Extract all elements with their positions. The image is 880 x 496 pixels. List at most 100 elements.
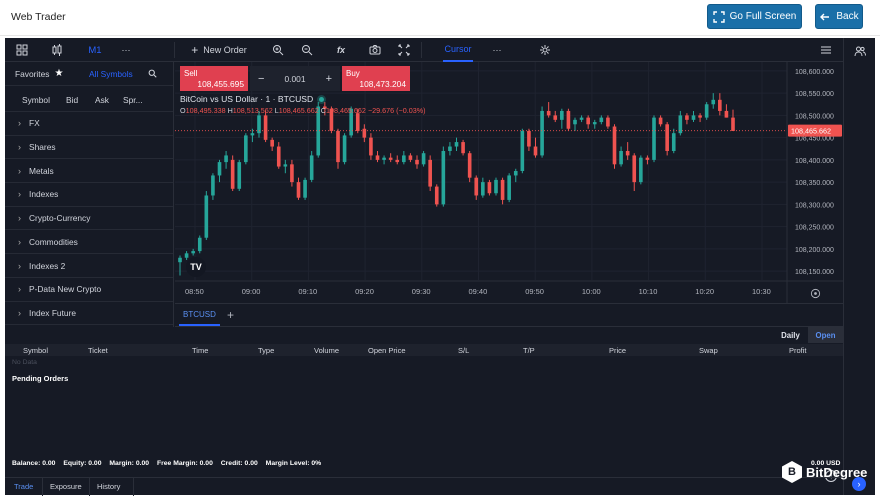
more-tools-button[interactable]: ··· [489, 38, 505, 62]
favorites-tab[interactable]: Favorites ★ [15, 68, 63, 79]
quantity-value[interactable]: 0.001 [285, 74, 306, 84]
users-icon[interactable] [854, 45, 866, 57]
candle-body [500, 179, 505, 200]
candle-body [217, 162, 222, 176]
candle-body [290, 164, 294, 183]
candle-body [520, 130, 525, 171]
chevron-right-icon: › [18, 236, 21, 247]
zoom-out-icon[interactable] [300, 38, 314, 62]
go-full-screen-button[interactable]: Go Full Screen [707, 4, 802, 29]
ohlc-low: 108,465.662 [278, 106, 319, 115]
col-spread[interactable]: Spr... [123, 95, 143, 105]
layout-grid-icon[interactable] [15, 38, 29, 62]
quantity-stepper[interactable]: − 0.001 + [250, 66, 340, 91]
symbol-group-p-data-new-crypto[interactable]: › P-Data New Crypto [5, 278, 173, 302]
col-order-symbol[interactable]: Symbol [23, 346, 48, 355]
col-volume[interactable]: Volume [314, 346, 339, 355]
candle-body [718, 99, 722, 111]
exposure-tab[interactable]: Exposure [50, 482, 82, 491]
chart-tab-bar: BTCUSD + [175, 303, 843, 327]
col-ask[interactable]: Ask [95, 95, 109, 105]
candle-body [507, 175, 511, 200]
symbol-group-fx[interactable]: › FX [5, 112, 173, 136]
candle-body [606, 117, 610, 127]
symbol-group-index-future[interactable]: › Index Future [5, 302, 173, 326]
bitdegree-logo-icon: B [782, 461, 802, 483]
symbol-group-commodities[interactable]: › Commodities [5, 231, 173, 255]
candle-body [434, 186, 439, 205]
x-tick-label: 10:00 [582, 287, 601, 296]
candle-body [592, 122, 597, 125]
col-symbol[interactable]: Symbol [22, 95, 50, 105]
timeframe-button[interactable]: M1 [85, 38, 105, 62]
symbol-group-crypto-currency[interactable]: › Crypto-Currency [5, 207, 173, 231]
candle-body [211, 175, 215, 196]
all-symbols-tab[interactable]: All Symbols [89, 69, 133, 79]
tradingview-logo-icon[interactable]: TV [186, 257, 206, 277]
symbol-group-shares[interactable]: › Shares [5, 136, 173, 160]
buy-button[interactable]: Buy 108,473.204 [342, 66, 410, 91]
candle-body [513, 171, 518, 176]
camera-icon[interactable] [368, 38, 382, 62]
top-bar: Web Trader Go Full Screen Back [0, 0, 880, 36]
col-swap[interactable]: Swap [699, 346, 718, 355]
settings-gear-icon[interactable] [538, 38, 552, 62]
x-tick-label: 10:30 [752, 287, 771, 296]
candle-body [441, 150, 446, 205]
trade-tab[interactable]: Trade [14, 482, 33, 491]
candle-body [573, 119, 577, 125]
zoom-in-icon[interactable] [271, 38, 285, 62]
col-profit[interactable]: Profit [789, 346, 807, 355]
candle-body [303, 179, 307, 198]
chevron-right-icon: › [18, 165, 21, 176]
plus-icon: + [191, 43, 199, 57]
symbol-group-label: Index Future [29, 307, 77, 318]
search-icon[interactable] [148, 69, 157, 78]
menu-icon[interactable] [819, 38, 833, 62]
expand-icon[interactable] [397, 38, 411, 62]
col-price[interactable]: Price [609, 346, 626, 355]
back-button[interactable]: Back [815, 4, 863, 29]
more-timeframes-button[interactable]: ··· [117, 38, 135, 62]
candle-body [546, 110, 551, 116]
candles-type-icon[interactable] [50, 38, 64, 62]
symbol-group-indexes[interactable]: › Indexes [5, 183, 173, 207]
col-ticket[interactable]: Ticket [88, 346, 108, 355]
col-tp[interactable]: T/P [523, 346, 535, 355]
y-tick-label: 108,450.000 [795, 136, 834, 143]
add-chart-tab-button[interactable]: + [227, 308, 234, 322]
chevron-right-icon: › [18, 260, 21, 271]
indicators-button[interactable]: fx [334, 38, 348, 62]
candle-body [342, 135, 347, 163]
daily-tab[interactable]: Daily [773, 327, 808, 343]
sell-button[interactable]: Sell 108,455.695 [180, 66, 248, 91]
cursor-tab[interactable]: Cursor [443, 38, 473, 62]
candle-body [388, 157, 393, 160]
y-tick-label: 108,150.000 [795, 269, 834, 276]
symbol-group-label: Indexes 2 [29, 260, 66, 271]
col-bid[interactable]: Bid [66, 95, 78, 105]
decrease-quantity-button[interactable]: − [258, 73, 264, 85]
symbol-group-metals[interactable]: › Metals [5, 159, 173, 184]
col-sl[interactable]: S/L [458, 346, 469, 355]
chart-tab-btcusd[interactable]: BTCUSD [179, 304, 220, 326]
candle-body [382, 157, 386, 160]
chevron-right-icon: › [18, 142, 21, 153]
new-order-button[interactable]: + New Order [185, 38, 253, 62]
candle-body [270, 139, 274, 147]
symbol-group-label: FX [29, 118, 40, 129]
open-tab[interactable]: Open [808, 327, 843, 343]
auto-scale-icon[interactable] [810, 288, 821, 299]
expand-panel-button[interactable]: › [852, 477, 866, 491]
candle-body [336, 130, 340, 163]
y-tick-label: 108,550.000 [795, 91, 834, 98]
col-open-price[interactable]: Open Price [368, 346, 406, 355]
col-time[interactable]: Time [192, 346, 208, 355]
candle-body [237, 162, 242, 189]
col-type[interactable]: Type [258, 346, 274, 355]
candle-body [369, 137, 373, 156]
history-tab[interactable]: History [97, 482, 120, 491]
candle-body [276, 146, 281, 167]
symbol-group-indexes-2[interactable]: › Indexes 2 [5, 254, 173, 278]
increase-quantity-button[interactable]: + [326, 73, 332, 85]
